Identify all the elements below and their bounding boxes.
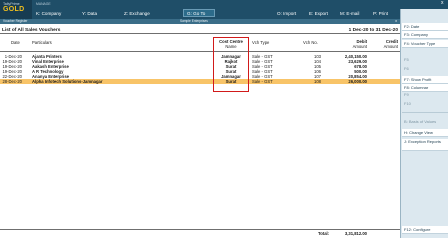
import-menu[interactable]: O: Import	[277, 11, 296, 16]
company-name: Sample Enterprises	[180, 19, 208, 23]
close-report-icon[interactable]: x	[395, 19, 397, 24]
export-menu[interactable]: E: Export	[309, 11, 328, 16]
row-date: 28-Dec-20	[2, 79, 22, 84]
report-name: Voucher Register	[3, 19, 28, 23]
header-divider	[0, 51, 400, 52]
col-particulars: Particulars	[32, 40, 52, 45]
tally-logo: TallyPrime GOLD	[0, 0, 32, 19]
row-particulars: Alpha Infotech Solutions-Jamnagar	[32, 79, 103, 84]
col-debit-amount: Amount	[352, 44, 367, 49]
goto-button[interactable]: G: Go To	[183, 9, 215, 17]
f10-button[interactable]: F10	[402, 101, 448, 107]
report-title-row: List of All Sales Vouchers 1 Dec-20 to 3…	[0, 26, 400, 34]
exception-reports-button[interactable]: J: Exception Reports	[402, 139, 448, 151]
total-value: 3,31,812.00	[344, 231, 367, 236]
panel-divider	[402, 112, 448, 113]
print-menu[interactable]: P: Print	[373, 11, 388, 16]
close-icon[interactable]: x	[441, 0, 444, 6]
total-label: Total:	[318, 231, 330, 236]
data-menu[interactable]: Y: Data	[82, 11, 97, 16]
email-menu[interactable]: M: E-mail	[340, 11, 359, 16]
row-vch-type: Sale - GST	[252, 79, 273, 84]
date-button[interactable]: F2: Date	[402, 23, 448, 31]
configure-button[interactable]: F12: Configure	[402, 226, 448, 234]
logo-edition: GOLD	[3, 6, 25, 13]
show-profit-button[interactable]: F7: Show Profit	[402, 76, 448, 84]
manage-label: MANAGE	[36, 2, 51, 6]
report-period[interactable]: 1 Dec-20 to 31 Dec-20	[349, 28, 398, 33]
button-panel: F2: Date F3: Company F4: Voucher Type F5…	[400, 9, 448, 238]
report-subbar: Voucher Register Sample Enterprises x	[0, 19, 400, 24]
basis-of-values-button[interactable]: B: Basis of Values	[402, 119, 448, 125]
f5-button[interactable]: F5	[402, 57, 448, 63]
row-debit: 26,000.00	[348, 79, 367, 84]
columnar-button[interactable]: F8: Columnar	[402, 84, 448, 92]
voucher-type-button[interactable]: F4: Voucher Type	[402, 40, 448, 48]
f9-button[interactable]: F9	[402, 92, 448, 98]
change-view-button[interactable]: H: Change View	[402, 129, 448, 137]
company-button[interactable]: F3: Company	[402, 31, 448, 39]
top-menu-bar: TallyPrime GOLD MANAGE K: Company Y: Dat…	[0, 0, 448, 19]
col-credit-amount: Amount	[383, 44, 398, 49]
company-menu[interactable]: K: Company	[36, 11, 61, 16]
cost-centre-highlight-box	[213, 37, 249, 92]
col-vch-type: Vch Type	[252, 40, 270, 45]
row-vch-no: 108	[314, 79, 321, 84]
col-date: Date	[11, 40, 20, 45]
footer-divider	[0, 229, 400, 230]
table-row-selected[interactable]: 28-Dec-20 Alpha Infotech Solutions-Jamna…	[0, 79, 400, 84]
f6-button[interactable]: F6	[402, 66, 448, 72]
page-title: List of All Sales Vouchers	[2, 28, 61, 33]
col-vch-no: Vch No.	[303, 40, 318, 45]
exchange-menu[interactable]: Z: Exchange	[124, 11, 150, 16]
